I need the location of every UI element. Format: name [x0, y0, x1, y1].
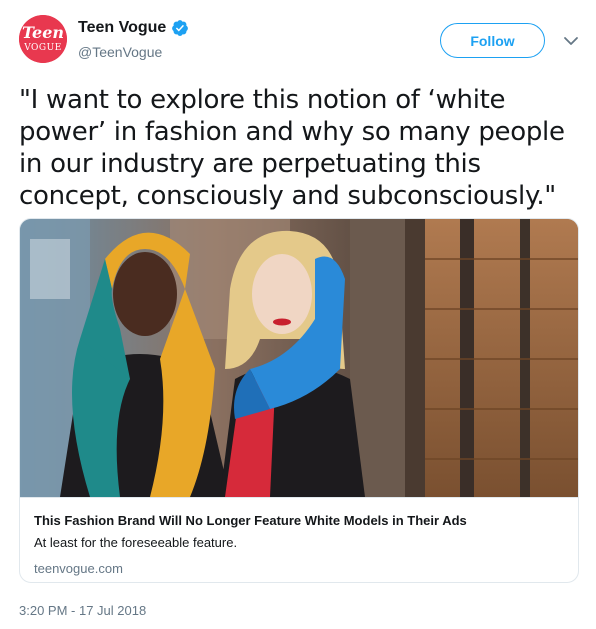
card-title[interactable]: This Fashion Brand Will No Longer Featur…	[34, 512, 564, 529]
card-image	[20, 219, 578, 497]
card-description: At least for the foreseeable feature.	[34, 535, 238, 550]
tweet-timestamp[interactable]: 3:20 PM - 17 Jul 2018	[19, 603, 146, 618]
svg-text:Teen: Teen	[22, 23, 64, 42]
display-name[interactable]: Teen Vogue	[78, 19, 166, 37]
verified-badge-icon	[172, 20, 189, 36]
chevron-down-icon[interactable]	[562, 32, 580, 50]
author-name-row: Teen Vogue	[78, 19, 189, 37]
author-handle[interactable]: @TeenVogue	[78, 44, 162, 60]
avatar[interactable]: Teen VOGUE	[19, 15, 67, 63]
follow-button[interactable]: Follow	[440, 23, 545, 58]
link-card[interactable]: This Fashion Brand Will No Longer Featur…	[19, 218, 579, 583]
card-domain: teenvogue.com	[34, 561, 123, 576]
tweet-text: "I want to explore this notion of ‘white…	[19, 85, 565, 211]
svg-text:VOGUE: VOGUE	[23, 43, 62, 53]
teen-vogue-logo: Teen VOGUE	[19, 15, 67, 63]
card-body: This Fashion Brand Will No Longer Featur…	[20, 497, 578, 577]
